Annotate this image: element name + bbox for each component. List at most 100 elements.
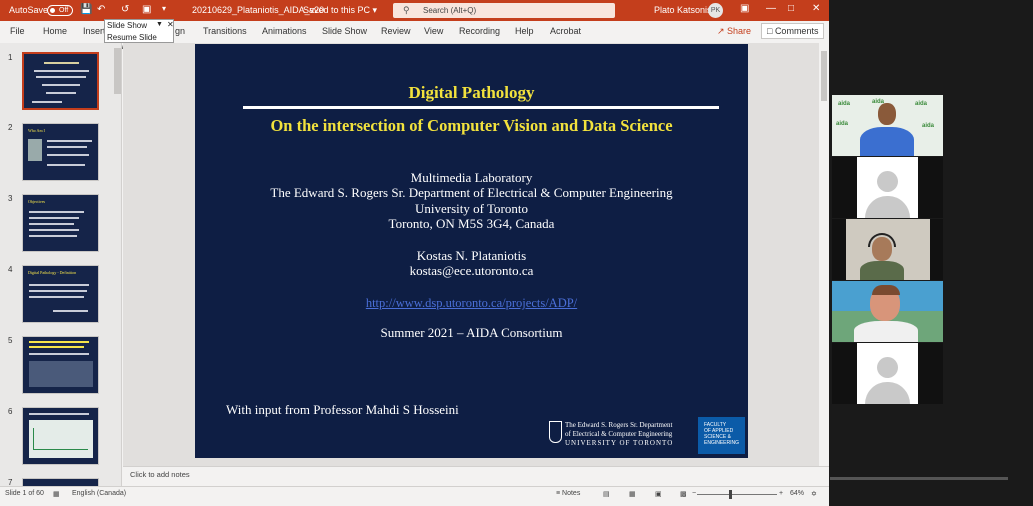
close-icon[interactable]: ✕	[812, 3, 820, 14]
logo-line: of Electrical & Computer Engineering	[565, 430, 673, 438]
zoom-level[interactable]: 64%	[790, 490, 804, 497]
undo-icon[interactable]: ↶	[97, 4, 105, 15]
tab-view[interactable]: View	[424, 26, 443, 36]
project-link-row: http://www.dsp.utoronto.ca/projects/ADP/	[195, 294, 748, 312]
tab-review[interactable]: Review	[381, 26, 411, 36]
tab-acrobat[interactable]: Acrobat	[550, 26, 581, 36]
slide-thumbnails-pane: 1 2 Who Am I 3 Objectives 4 Digital Path…	[0, 43, 122, 486]
normal-view-icon[interactable]: ▤	[603, 490, 610, 498]
tab-file[interactable]: File	[10, 26, 25, 36]
slide-thumbnail-7[interactable]	[22, 478, 99, 486]
zoom-slider-thumb[interactable]	[729, 490, 732, 499]
participant-face	[878, 103, 896, 125]
user-avatar[interactable]: PK	[708, 3, 723, 18]
logo-line: UNIVERSITY OF TORONTO	[565, 439, 674, 447]
save-status[interactable]: Saved to this PC ▾	[303, 5, 377, 16]
video-tile-speaker[interactable]: aida aida aida aida aida	[832, 95, 943, 156]
accessibility-icon[interactable]: ▦	[53, 490, 60, 498]
slide-thumbnail-3[interactable]: Objectives	[22, 194, 99, 252]
thumb-number: 7	[8, 478, 13, 486]
zoom-out-icon[interactable]: −	[692, 490, 696, 497]
thumb-number: 5	[8, 336, 13, 345]
slide-thumbnail-4[interactable]: Digital Pathology - Definition	[22, 265, 99, 323]
redo-icon[interactable]: ↺	[121, 4, 129, 15]
thumb-number: 1	[8, 53, 13, 62]
thumb-number: 3	[8, 194, 13, 203]
notes-pane[interactable]: Click to add notes	[123, 466, 829, 486]
fit-to-window-icon[interactable]: ✡	[811, 490, 817, 498]
customize-quick-access-icon[interactable]: ▾	[162, 4, 166, 13]
author-name: Kostas N. Plataniotis	[416, 248, 527, 263]
scroll-thumb[interactable]	[821, 51, 827, 101]
comments-button[interactable]: □ Comments	[761, 23, 825, 39]
slide-thumbnail-2[interactable]: Who Am I	[22, 123, 99, 181]
backdrop-logo: aida	[915, 101, 928, 107]
faculty-logo: FACULTY OF APPLIED SCIENCE & ENGINEERING	[698, 417, 745, 454]
university-name: University of Toronto	[415, 201, 528, 216]
share-button[interactable]: ↗ Share	[714, 24, 754, 38]
uoft-ece-logo: The Edward S. Rogers Sr. Department of E…	[549, 418, 689, 450]
slide-thumbnail-1[interactable]	[22, 52, 99, 110]
zoom-in-icon[interactable]: +	[779, 490, 783, 497]
close-popup-icon[interactable]: ✕	[167, 20, 174, 29]
user-name: Plato Katsonis	[654, 5, 712, 15]
video-panel-scrollbar[interactable]	[830, 477, 1008, 480]
participant-body	[860, 261, 904, 280]
ribbon-options-icon[interactable]: ▣	[740, 3, 749, 14]
slide-counter: Slide 1 of 60	[5, 490, 44, 497]
participant-hair	[872, 285, 900, 295]
video-tile-placeholder-2[interactable]	[832, 343, 943, 404]
tab-recording[interactable]: Recording	[459, 26, 500, 36]
slide-title: Digital Pathology	[408, 83, 535, 102]
logo-line: ENGINEERING	[704, 440, 740, 446]
tab-transitions[interactable]: Transitions	[203, 26, 247, 36]
participant-body	[854, 321, 918, 342]
avatar-body-icon	[865, 196, 910, 218]
current-slide[interactable]: Digital Pathology On the intersection of…	[195, 44, 748, 458]
video-tile-headset[interactable]	[832, 219, 943, 280]
status-bar: Slide 1 of 60 ▦ English (Canada) ≡ Notes…	[0, 486, 829, 501]
event-line: Summer 2021 – AIDA Consortium	[380, 325, 563, 340]
thumbnails-scrollbar[interactable]	[114, 48, 121, 94]
save-icon[interactable]: 💾	[80, 4, 92, 15]
backdrop-logo: aida	[838, 101, 851, 107]
avatar-body-icon	[865, 382, 910, 404]
reading-view-icon[interactable]: ▣	[655, 490, 662, 498]
thumb-number: 6	[8, 407, 13, 416]
backdrop-logo: aida	[922, 123, 935, 129]
zoom-slider[interactable]	[697, 494, 777, 495]
tab-slide-show[interactable]: Slide Show	[322, 26, 367, 36]
slide-show-popup-title[interactable]: Slide Show	[107, 21, 147, 30]
tab-insert[interactable]: Insert	[83, 26, 106, 36]
slide-sorter-icon[interactable]: ▦	[629, 490, 636, 498]
language-indicator[interactable]: English (Canada)	[72, 490, 126, 497]
search-icon: ⚲	[403, 5, 410, 15]
project-link[interactable]: http://www.dsp.utoronto.ca/projects/ADP/	[366, 296, 577, 310]
slide-thumbnail-5[interactable]	[22, 336, 99, 394]
maximize-icon[interactable]: □	[788, 3, 794, 14]
tab-animations[interactable]: Animations	[262, 26, 307, 36]
video-tile-active[interactable]	[832, 281, 943, 342]
autosave-toggle[interactable]: Off	[47, 5, 73, 16]
present-icon[interactable]: ▣	[142, 4, 151, 15]
participant-body	[860, 127, 914, 156]
logo-line: The Edward S. Rogers Sr. Department	[565, 421, 673, 429]
thumb-heading: Digital Pathology - Definition	[28, 270, 77, 275]
tab-help[interactable]: Help	[515, 26, 534, 36]
slide-thumbnail-6[interactable]	[22, 407, 99, 465]
notes-toggle[interactable]: ≡ Notes	[556, 490, 580, 497]
slide-subtitle: On the intersection of Computer Vision a…	[270, 116, 673, 135]
chevron-down-icon[interactable]: ▼	[156, 21, 163, 28]
backdrop-logo: aida	[836, 121, 849, 127]
tab-design[interactable]: gn	[175, 26, 185, 36]
thumb-heading: Who Am I	[28, 128, 45, 133]
tab-home[interactable]: Home	[43, 26, 67, 36]
minimize-icon[interactable]: —	[766, 3, 776, 14]
search-box[interactable]: ⚲ Search (Alt+Q)	[393, 3, 615, 18]
autosave-label: AutoSave	[9, 5, 49, 15]
stage-scrollbar[interactable]	[819, 43, 829, 466]
slideshow-view-icon[interactable]: ▩	[680, 490, 687, 498]
video-tile-placeholder-1[interactable]	[832, 157, 943, 218]
slide-show-popup: Slide Show ▼ ✕ Resume Slide Show	[104, 19, 174, 51]
avatar-head-icon	[877, 357, 898, 378]
